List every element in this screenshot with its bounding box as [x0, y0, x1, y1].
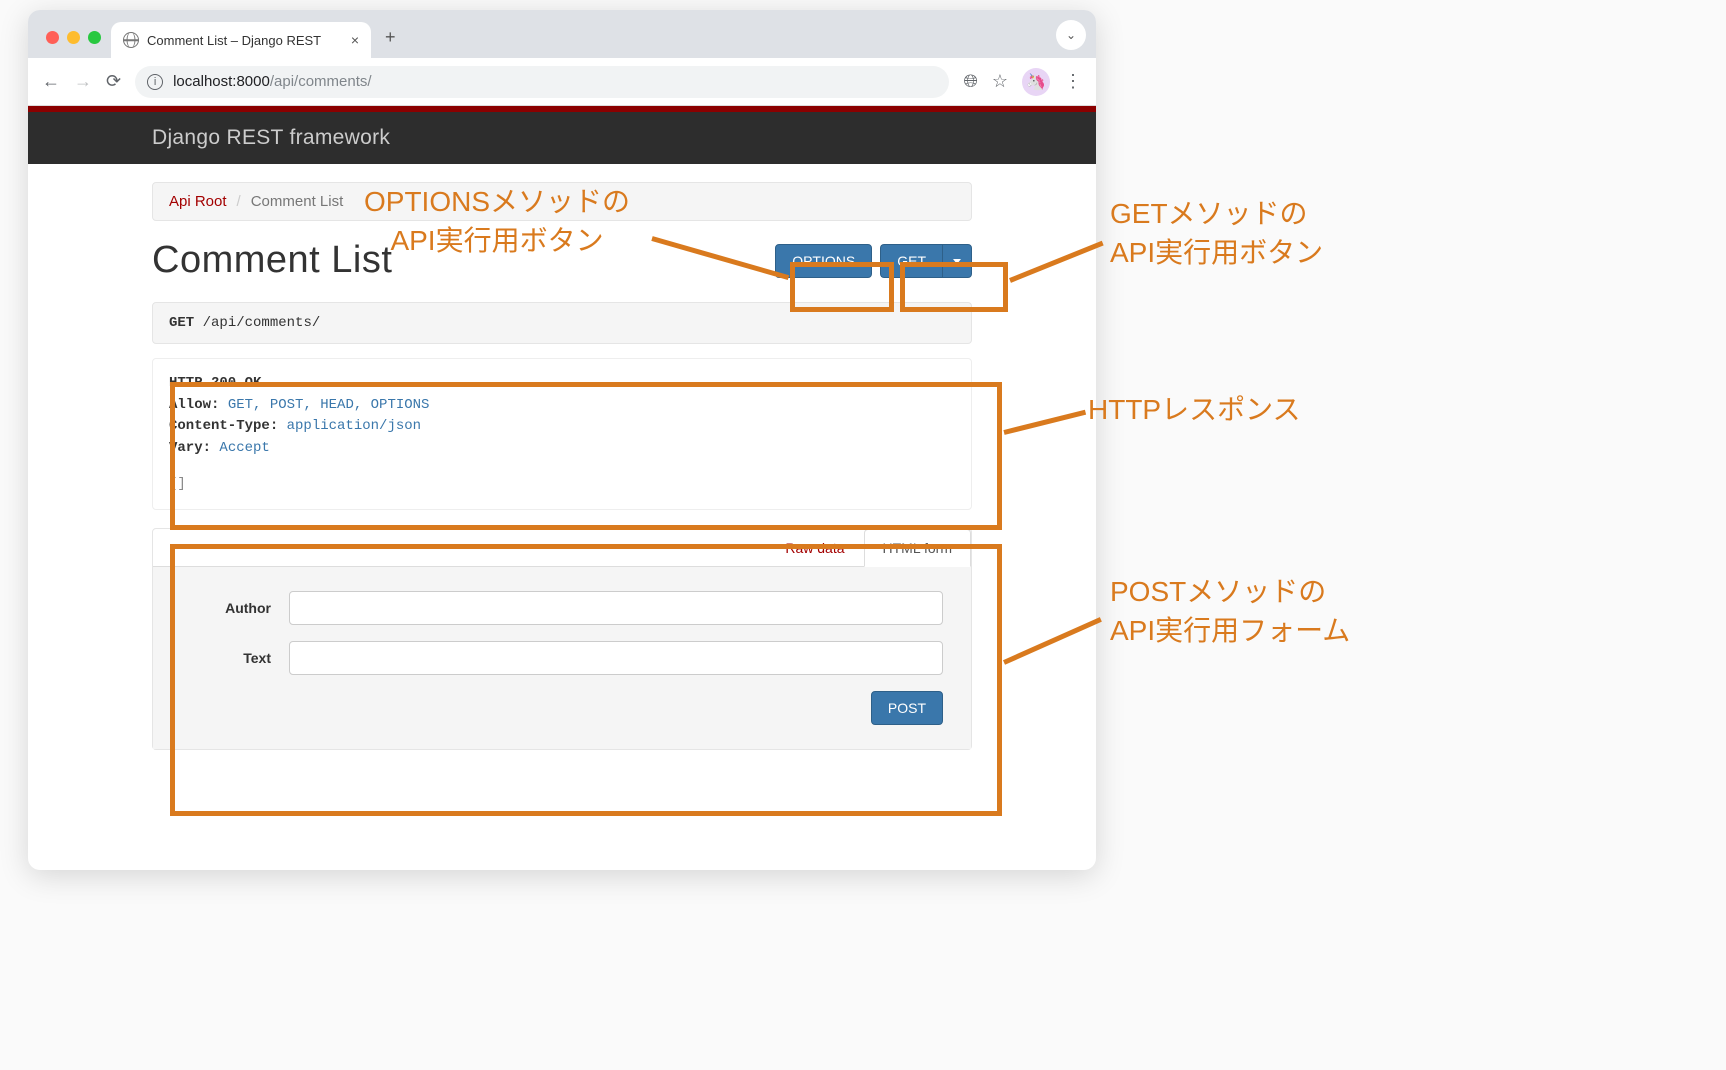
browser-toolbar: ← → ⟳ i localhost:8000/api/comments/ 🌐︎ …	[28, 58, 1096, 106]
tab-html-form[interactable]: HTML form	[864, 529, 971, 567]
request-method: GET	[169, 315, 194, 331]
address-bar[interactable]: i localhost:8000/api/comments/	[135, 66, 949, 98]
chevron-down-icon	[953, 259, 961, 264]
close-window-icon[interactable]	[46, 31, 59, 44]
response-header-content-type: Content-Type: application/json	[169, 416, 955, 438]
author-input[interactable]	[289, 591, 943, 625]
anno-label-options: OPTIONSメソッドの API実行用ボタン	[364, 182, 630, 260]
options-button[interactable]: OPTIONS	[775, 244, 872, 278]
brand-title[interactable]: Django REST framework	[152, 126, 390, 150]
back-icon[interactable]: ←	[42, 71, 60, 92]
reload-icon[interactable]: ⟳	[106, 71, 121, 92]
site-info-icon[interactable]: i	[147, 74, 163, 90]
anno-label-get: GETメソッドの API実行用ボタン	[1110, 194, 1323, 272]
tab-raw-data[interactable]: Raw data	[766, 529, 863, 567]
breadcrumb-sep: /	[237, 193, 241, 210]
tab-dropdown-icon[interactable]: ⌄	[1056, 20, 1086, 50]
translate-icon[interactable]: 🌐︎	[963, 71, 977, 92]
window-controls	[40, 31, 111, 58]
request-path: /api/comments/	[203, 315, 321, 331]
anno-label-response: HTTPレスポンス	[1088, 390, 1301, 429]
maximize-window-icon[interactable]	[88, 31, 101, 44]
response-status: HTTP 200 OK	[169, 373, 955, 395]
browser-window: Comment List – Django REST × + ⌄ ← → ⟳ i…	[28, 10, 1096, 870]
text-input[interactable]	[289, 641, 943, 675]
url-text: localhost:8000/api/comments/	[173, 73, 371, 90]
anno-label-post: POSTメソッドの API実行用フォーム	[1110, 572, 1350, 650]
form-tabs: Raw data HTML form	[153, 529, 971, 567]
drf-navbar: Django REST framework	[28, 112, 1096, 164]
request-line: GET /api/comments/	[152, 302, 972, 344]
globe-icon	[123, 32, 139, 48]
breadcrumb-active: Comment List	[251, 193, 344, 210]
browser-tab[interactable]: Comment List – Django REST ×	[111, 22, 371, 58]
tab-title: Comment List – Django REST	[147, 33, 343, 48]
get-button[interactable]: GET	[880, 244, 942, 278]
browser-menu-icon[interactable]: ⋮	[1064, 71, 1082, 92]
response-box: HTTP 200 OK Allow: GET, POST, HEAD, OPTI…	[152, 358, 972, 510]
minimize-window-icon[interactable]	[67, 31, 80, 44]
page-title: Comment List	[152, 239, 392, 282]
close-tab-icon[interactable]: ×	[351, 32, 359, 48]
post-button[interactable]: POST	[871, 691, 943, 725]
post-form-panel: Raw data HTML form Author Text POST	[152, 528, 972, 750]
response-header-allow: Allow: GET, POST, HEAD, OPTIONS	[169, 395, 955, 417]
new-tab-button[interactable]: +	[371, 27, 410, 58]
response-header-vary: Vary: Accept	[169, 438, 955, 460]
forward-icon[interactable]: →	[74, 71, 92, 92]
author-label: Author	[181, 600, 271, 616]
get-button-group: GET	[880, 244, 972, 278]
get-dropdown-button[interactable]	[942, 244, 972, 278]
bookmark-icon[interactable]: ☆	[992, 71, 1008, 92]
response-body: []	[169, 474, 955, 496]
browser-tab-bar: Comment List – Django REST × + ⌄	[28, 10, 1096, 58]
text-label: Text	[181, 650, 271, 666]
profile-avatar[interactable]: 🦄	[1022, 68, 1050, 96]
breadcrumb-root[interactable]: Api Root	[169, 193, 227, 210]
